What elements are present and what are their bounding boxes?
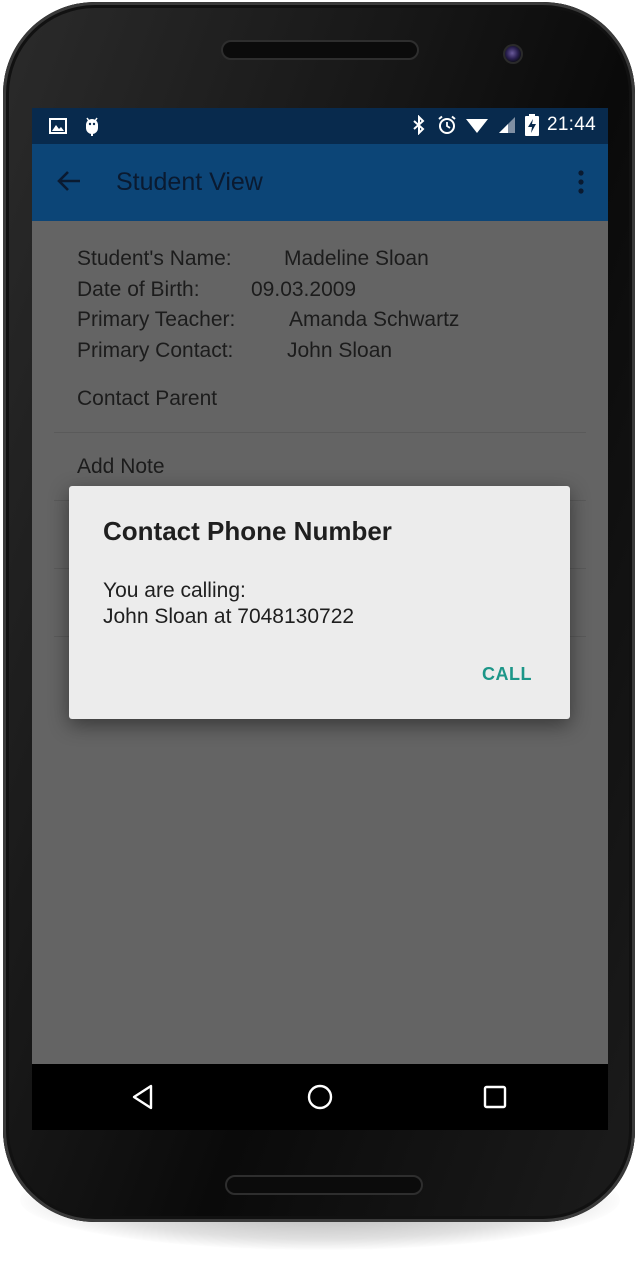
contact-row: Primary Contact: John Sloan — [77, 339, 392, 363]
back-triangle-icon[interactable] — [129, 1082, 159, 1112]
student-name-row: Student's Name: Madeline Sloan — [77, 247, 429, 271]
page-title: Student View — [116, 168, 263, 196]
signal-icon — [498, 117, 515, 133]
front-camera — [503, 44, 523, 64]
android-debug-icon — [86, 117, 98, 136]
teacher-value: Amanda Schwartz — [289, 308, 460, 331]
home-circle-icon[interactable] — [305, 1082, 335, 1112]
contact-label: Primary Contact: — [77, 339, 234, 362]
dialog-message-line1: You are calling: — [103, 579, 246, 602]
earpiece-speaker — [221, 40, 419, 60]
dob-label: Date of Birth: — [77, 278, 200, 301]
divider — [54, 432, 586, 433]
dialog-title: Contact Phone Number — [103, 516, 392, 546]
dob-row: Date of Birth: 09.03.2009 — [77, 278, 356, 302]
dob-value: 09.03.2009 — [251, 278, 357, 301]
contact-parent-item[interactable]: Contact Parent — [77, 387, 217, 411]
image-icon — [49, 118, 67, 134]
more-vert-icon[interactable] — [576, 168, 586, 198]
phone-screen: 21:44 Student View Student's Name: Madel… — [32, 108, 608, 1130]
dialog-message: You are calling: John Sloan at 704813072… — [103, 578, 354, 630]
teacher-row: Primary Teacher: Amanda Schwartz — [77, 308, 459, 332]
navigation-bar — [32, 1064, 608, 1130]
app-bar: Student View — [32, 144, 608, 221]
status-bar: 21:44 — [32, 108, 608, 144]
teacher-label: Primary Teacher: — [77, 308, 236, 331]
student-name-value: Madeline Sloan — [284, 247, 429, 270]
status-time: 21:44 — [546, 114, 596, 135]
bottom-speaker — [225, 1175, 423, 1195]
student-name-label: Student's Name: — [77, 247, 232, 270]
add-note-item[interactable]: Add Note — [77, 455, 165, 479]
call-button[interactable]: CALL — [482, 664, 532, 685]
dialog-message-line2: John Sloan at 7048130722 — [103, 605, 355, 628]
alarm-icon — [438, 115, 456, 134]
arrow-back-icon[interactable] — [54, 166, 84, 196]
contact-phone-dialog: Contact Phone Number You are calling: Jo… — [69, 486, 570, 719]
recents-square-icon[interactable] — [480, 1082, 510, 1112]
battery-charging-icon — [524, 114, 539, 136]
bluetooth-icon — [413, 115, 425, 135]
wifi-icon — [465, 119, 488, 133]
contact-value: John Sloan — [287, 339, 393, 362]
